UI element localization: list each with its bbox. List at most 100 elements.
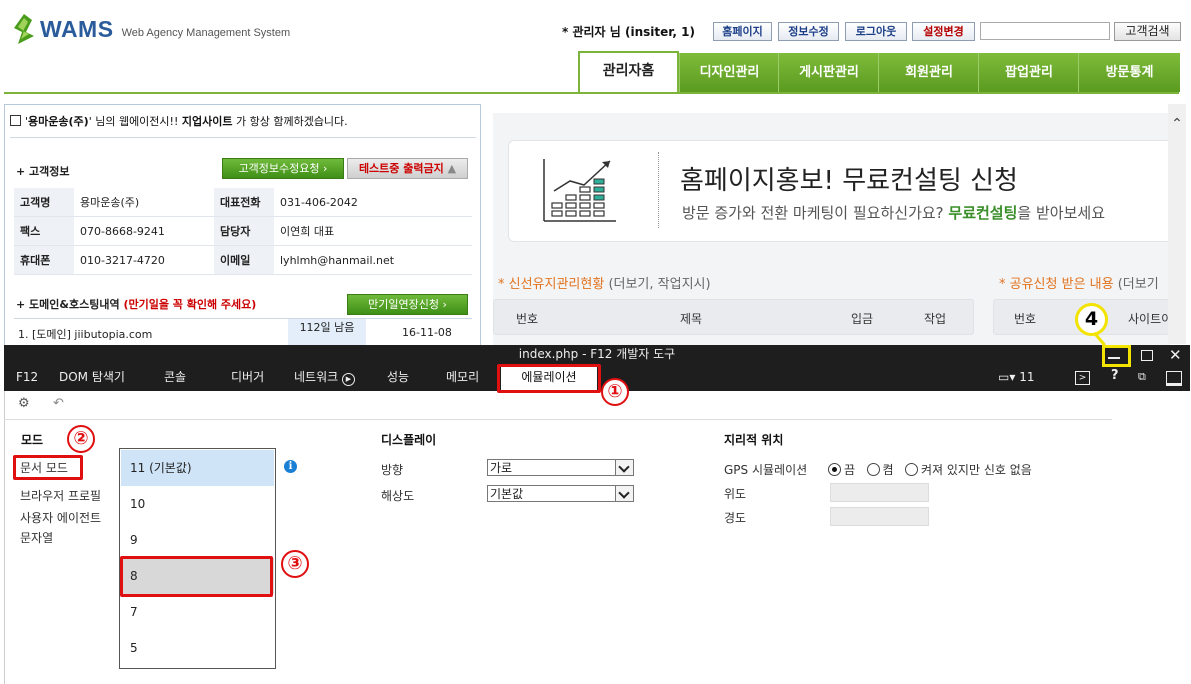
extend-expiry-button[interactable]: 만기일연장신청 › — [347, 294, 468, 315]
column-header: 사이트이 — [1128, 312, 1173, 326]
maximize-icon[interactable] — [1141, 350, 1153, 361]
cell-value: 이연희 대표 — [274, 216, 472, 246]
tab-console[interactable]: 콘솔 — [164, 364, 186, 391]
user-agent-label[interactable]: 사용자 에이전트 — [20, 509, 101, 526]
column-header: 작업 — [924, 312, 947, 326]
gear-icon[interactable]: ⚙ — [18, 396, 30, 411]
cell-label: 이메일 — [214, 245, 274, 275]
help-icon[interactable]: ? — [1111, 368, 1119, 383]
cell-label: 고객명 — [14, 188, 74, 217]
divider — [10, 137, 476, 138]
annotation-number-2: ② — [67, 425, 95, 453]
column-header: 제목 — [680, 312, 703, 326]
tab-network[interactable]: 네트워크 ▶ — [294, 364, 355, 391]
tab-performance[interactable]: 성능 — [387, 364, 409, 391]
divider — [4, 419, 1112, 420]
undock-icon[interactable]: ⧉ — [1138, 370, 1146, 384]
console-toggle-icon[interactable]: > — [1075, 371, 1090, 385]
homepage-button[interactable]: 홈페이지 — [713, 22, 772, 41]
gps-on-radio[interactable]: 켬 — [866, 463, 894, 477]
domain-days-left: 112일 남음 — [288, 319, 366, 345]
latitude-label: 위도 — [724, 487, 747, 501]
chevron-down-icon — [615, 460, 633, 475]
maintenance-heading[interactable]: * 신선유지관리현황 (더보기, 작업지시) — [498, 273, 711, 292]
chevron-down-icon — [615, 486, 633, 501]
geolocation-heading: 지리적 위치 — [724, 433, 784, 447]
orientation-label: 방향 — [381, 463, 404, 477]
domain-hosting-title: + 도메인&호스팅내역 (만기일을 꼭 확인해 주세요) — [16, 298, 257, 311]
tab-admin-home[interactable]: 관리자홈 — [578, 51, 679, 92]
user-agent-string-label[interactable]: 문자열 — [20, 529, 53, 546]
reset-icon[interactable]: ↶ — [53, 396, 64, 411]
settings-button[interactable]: 설정변경 — [912, 22, 975, 41]
tab-dom-explorer[interactable]: DOM 탐색기 — [59, 364, 125, 391]
display-heading: 디스플레이 — [381, 433, 437, 447]
gps-no-signal-radio[interactable]: 켜져 있지만 신호 없음 — [905, 463, 1032, 477]
arrow-right-icon: › — [442, 298, 447, 311]
doc-mode-option-10[interactable]: 10 — [121, 486, 274, 522]
column-header: 번호 — [1014, 312, 1037, 326]
maintenance-table-header: 번호 제목 입금 작업 — [493, 299, 974, 335]
latitude-field[interactable] — [830, 483, 929, 502]
annotation-box-2 — [13, 455, 83, 480]
annotation-box-3 — [120, 556, 273, 597]
tab-members[interactable]: 회원관리 — [878, 53, 979, 92]
domain-expiry: 16-11-08 — [402, 326, 452, 339]
tab-debugger[interactable]: 디버거 — [231, 364, 264, 391]
browser-profile-label[interactable]: 브라우저 프로필 — [20, 487, 101, 504]
logo-subtitle: Web Agency Management System — [121, 26, 291, 39]
customer-search-button[interactable]: 고객검색 — [1114, 22, 1181, 41]
promo-subtitle: 방문 증가와 전환 마케팅이 필요하신가요? 무료컨설팅을 받아보세요 — [682, 204, 1105, 222]
doc-mode-option-5[interactable]: 5 — [121, 630, 274, 666]
table-row: 팩스 070-8668-9241 담당자 이연희 대표 — [14, 216, 472, 246]
cell-label: 대표전화 — [214, 188, 274, 217]
tab-popup[interactable]: 팝업관리 — [978, 53, 1079, 92]
dock-bottom-icon[interactable] — [1166, 371, 1182, 386]
annotation-box-4 — [1102, 345, 1131, 367]
tab-design[interactable]: 디자인관리 — [679, 53, 779, 92]
logout-button[interactable]: 로그아웃 — [845, 22, 907, 41]
edit-request-button[interactable]: 고객정보수정요청 › — [222, 158, 344, 179]
promo-title: 홈페이지홍보! 무료컨설팅 신청 — [680, 166, 1018, 196]
shared-request-heading[interactable]: * 공유신청 받은 내용 (더보기 — [999, 273, 1159, 292]
doc-mode-option-11[interactable]: 11 (기본값) — [121, 450, 274, 486]
bullet-square-icon — [10, 115, 21, 126]
cell-label: 휴대폰 — [14, 245, 74, 275]
domain-name[interactable]: 1. [도메인] jiibutopia.com — [18, 326, 152, 342]
devtools-title: index.php - F12 개발자 도구 — [4, 345, 1190, 364]
email-link[interactable]: lyhlmh@hanmail.net — [274, 245, 472, 275]
customer-info-title: + 고객정보 — [16, 165, 70, 178]
longitude-label: 경도 — [724, 511, 747, 525]
column-header: 입금 — [851, 312, 874, 326]
resolution-select[interactable]: 기본값 — [487, 485, 634, 502]
wams-logo[interactable]: WAMS Web Agency Management System — [12, 14, 290, 44]
tab-memory[interactable]: 메모리 — [446, 364, 479, 391]
edit-info-button[interactable]: 정보수정 — [778, 22, 839, 41]
scroll-up-icon[interactable]: ⌃ — [1168, 116, 1186, 134]
longitude-field[interactable] — [830, 507, 929, 526]
cell-label: 담당자 — [214, 216, 274, 246]
annotation-number-1: ① — [601, 378, 629, 406]
gps-off-radio[interactable]: 끔 — [828, 463, 855, 477]
admin-info: * 관리자 님 (insiter, 1) — [562, 25, 695, 39]
cell-value: 070-8668-9241 — [74, 216, 214, 246]
document-mode-indicator[interactable]: ▭▾ 11 — [998, 370, 1034, 384]
page-scrollbar[interactable] — [1168, 104, 1186, 344]
doc-mode-option-7[interactable]: 7 — [121, 594, 274, 630]
info-icon[interactable]: i — [284, 460, 297, 473]
close-icon[interactable]: ✕ — [1169, 346, 1182, 364]
cell-label: 팩스 — [14, 216, 74, 246]
tab-f12[interactable]: F12 — [16, 364, 38, 391]
annotation-number-4: 4 — [1075, 303, 1108, 336]
customer-search-input[interactable] — [980, 22, 1110, 40]
tab-visit-stats[interactable]: 방문통계 — [1078, 53, 1180, 92]
logo-word: WAMS — [40, 15, 114, 42]
doc-mode-option-9[interactable]: 9 — [121, 522, 274, 558]
monitor-icon: ▭▾ — [998, 370, 1016, 384]
column-header: 번호 — [516, 312, 539, 326]
test-output-button[interactable]: 테스트중 출력금지 ▲ — [347, 158, 468, 179]
tab-board[interactable]: 게시판관리 — [778, 53, 879, 92]
play-icon: ▶ — [342, 373, 355, 386]
orientation-select[interactable]: 가로 — [487, 459, 634, 476]
table-row: 휴대폰 010-3217-4720 이메일 lyhlmh@hanmail.net — [14, 245, 472, 275]
